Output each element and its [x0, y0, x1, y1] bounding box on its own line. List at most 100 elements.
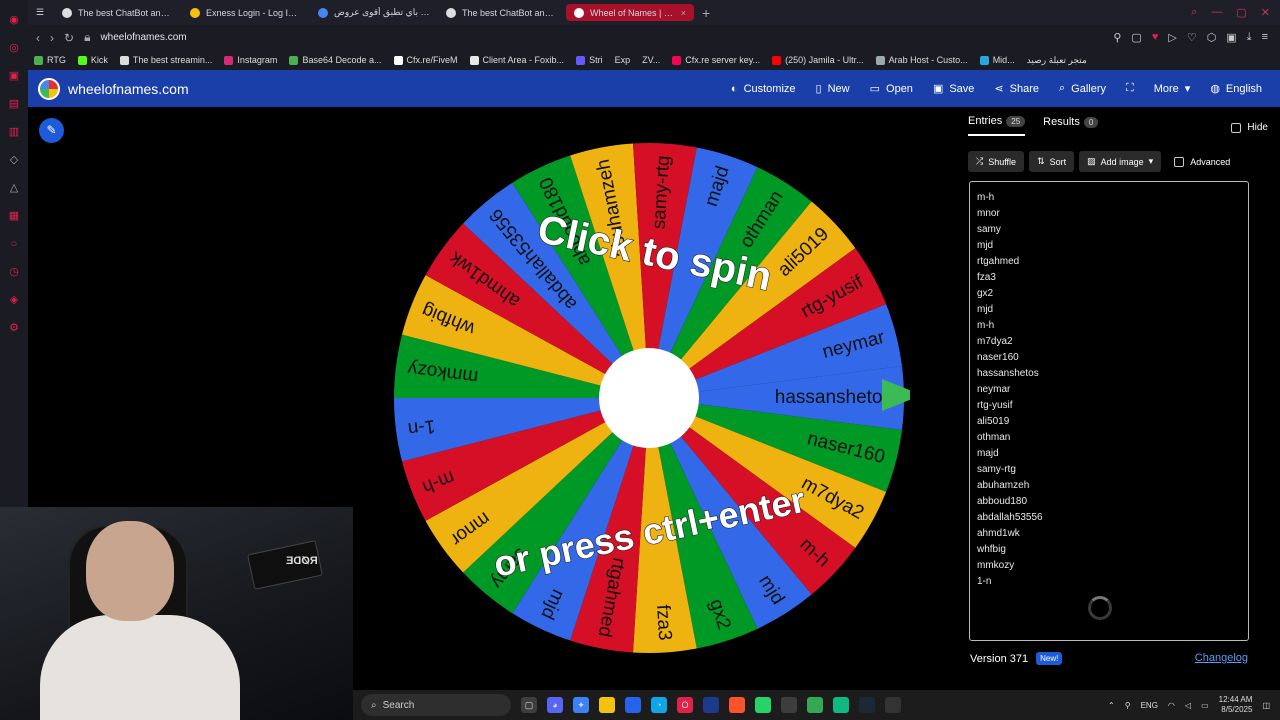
steam-icon[interactable]: [859, 697, 875, 713]
search-tabs-icon[interactable]: ⌕: [1191, 6, 1197, 19]
bookmark-item[interactable]: Client Area - Foxib...: [469, 55, 564, 65]
entry-line[interactable]: samy-rtg: [977, 462, 1241, 478]
extensions-icon[interactable]: ⬡: [1207, 31, 1217, 44]
network-icon[interactable]: ◠: [1168, 701, 1175, 710]
entries-textarea[interactable]: m-h mnor samy mjd rtgahmed fza3 gx2 mjd m-h m7dya…: [969, 181, 1249, 641]
entry-line[interactable]: m-h: [977, 318, 1241, 334]
gallery-button[interactable]: ⌕ Gallery: [1049, 70, 1116, 107]
open-button[interactable]: ▭ Open: [860, 70, 923, 107]
site-logo[interactable]: wheelofnames.com: [28, 77, 189, 100]
calculator-icon[interactable]: [625, 697, 641, 713]
taskbar-search[interactable]: ⌕ Search: [361, 694, 511, 716]
opera-logo-icon[interactable]: ◉: [7, 13, 21, 27]
advanced-checkbox[interactable]: [1174, 156, 1185, 167]
entry-line[interactable]: rtgahmed: [977, 254, 1241, 270]
snapshot-icon[interactable]: ▢: [1131, 31, 1141, 44]
url-field[interactable]: wheelofnames.com: [100, 32, 186, 43]
bookmark-item[interactable]: متجر تعبلة رصيد: [1027, 55, 1087, 66]
add-image-button[interactable]: ▨ Add image ▾: [1079, 151, 1162, 172]
tab-workspaces[interactable]: ☰: [28, 0, 54, 25]
browser-tab[interactable]: The best ChatBot and Wi: [54, 0, 182, 25]
wheel[interactable]: hassanshetos naser160 m7dya2 m-h mjd gx2 fza3 r…: [390, 139, 910, 659]
tab-results[interactable]: Results 0: [1043, 115, 1099, 136]
close-tab-icon[interactable]: ×: [681, 8, 686, 18]
volume-icon[interactable]: ◁: [1185, 701, 1191, 710]
entry-line[interactable]: fza3: [977, 270, 1241, 286]
menu-icon[interactable]: ≡: [1262, 31, 1268, 44]
forward-icon[interactable]: ›: [50, 31, 54, 45]
sidebar-app-icon[interactable]: ▤: [7, 97, 21, 111]
entry-line[interactable]: rtg-yusif: [977, 398, 1241, 414]
entry-line[interactable]: mmkozy: [977, 558, 1241, 574]
hide-checkbox[interactable]: [1231, 122, 1242, 133]
bookmark-item[interactable]: RTG: [34, 55, 66, 65]
sidebar-app-icon[interactable]: △: [7, 181, 21, 195]
save-button[interactable]: ▣ Save: [923, 70, 984, 107]
download-icon[interactable]: ⤓: [1247, 31, 1252, 44]
fullscreen-button[interactable]: ⛶: [1116, 70, 1144, 107]
entry-line[interactable]: othman: [977, 430, 1241, 446]
heart-outline-icon[interactable]: ♡: [1187, 31, 1197, 44]
battery-icon[interactable]: ▭: [1201, 701, 1209, 710]
mic-icon[interactable]: ⚲: [1125, 701, 1131, 710]
sidebar-app-icon[interactable]: ▣: [7, 69, 21, 83]
entry-line[interactable]: samy: [977, 222, 1241, 238]
bookmark-item[interactable]: Instagram: [224, 55, 277, 65]
share-button[interactable]: ⋖ Share: [984, 70, 1049, 107]
entry-line[interactable]: mjd: [977, 302, 1241, 318]
file-explorer-icon[interactable]: [599, 697, 615, 713]
play-icon[interactable]: ▷: [1168, 31, 1176, 44]
bookmark-item[interactable]: Cfx.re server key...: [672, 55, 760, 65]
edge-icon[interactable]: ◔: [651, 697, 667, 713]
entry-line[interactable]: abboud180: [977, 494, 1241, 510]
more-button[interactable]: More ▾: [1144, 70, 1201, 107]
bookmark-item[interactable]: Kick: [77, 55, 108, 65]
entry-line[interactable]: ahmd1wk: [977, 526, 1241, 542]
whatsapp-icon[interactable]: [755, 697, 771, 713]
sidebar-app-icon[interactable]: ◈: [7, 293, 21, 307]
tab-entries[interactable]: Entries 25: [968, 115, 1026, 136]
bookmark-item[interactable]: Stri: [576, 55, 603, 65]
bookmark-item[interactable]: Mid...: [979, 55, 1015, 65]
advanced-toggle[interactable]: Advanced: [1166, 151, 1230, 172]
entry-line[interactable]: m7dya2: [977, 334, 1241, 350]
language-indicator[interactable]: ENG: [1141, 701, 1158, 710]
reload-icon[interactable]: ↻: [64, 31, 74, 45]
entry-line[interactable]: hassanshetos: [977, 366, 1241, 382]
chrome-icon[interactable]: [807, 697, 823, 713]
entry-line[interactable]: naser160: [977, 350, 1241, 366]
app-icon[interactable]: [703, 697, 719, 713]
minimize-icon[interactable]: —: [1211, 6, 1222, 19]
entry-line[interactable]: abdallah53556: [977, 510, 1241, 526]
entry-line[interactable]: mjd: [977, 238, 1241, 254]
notifications-icon[interactable]: ◫: [1262, 701, 1270, 710]
game-icon[interactable]: [781, 697, 797, 713]
task-view-icon[interactable]: ▢: [521, 697, 537, 713]
entry-line[interactable]: neymar: [977, 382, 1241, 398]
copilot-icon[interactable]: ✦: [573, 697, 589, 713]
language-button[interactable]: ◍ English: [1200, 70, 1272, 107]
sort-button[interactable]: ⇅ Sort: [1029, 151, 1075, 172]
changelog-link[interactable]: Changelog: [1195, 652, 1248, 664]
sidebar-app-icon[interactable]: ◎: [7, 41, 21, 55]
sidebar-app-icon[interactable]: ○: [7, 237, 21, 251]
wheel-center[interactable]: [599, 348, 699, 448]
bookmark-item[interactable]: Exp: [615, 55, 631, 65]
brave-icon[interactable]: [729, 697, 745, 713]
entry-line[interactable]: ali5019: [977, 414, 1241, 430]
heart-icon[interactable]: ♥: [1152, 31, 1159, 44]
chevron-up-icon[interactable]: ⌃: [1108, 701, 1115, 710]
new-button[interactable]: ▯ New: [806, 70, 860, 107]
bookmark-item[interactable]: Base64 Decode a...: [289, 55, 382, 65]
pin-icon[interactable]: ⚲: [1113, 31, 1121, 44]
back-icon[interactable]: ‹: [36, 31, 40, 45]
close-window-icon[interactable]: ✕: [1261, 6, 1270, 19]
new-tab-button[interactable]: +: [694, 5, 718, 21]
edit-button[interactable]: ✎: [39, 118, 64, 143]
obs-icon[interactable]: [885, 697, 901, 713]
sidebar-app-icon[interactable]: ◇: [7, 153, 21, 167]
twitch-icon[interactable]: ▦: [7, 209, 21, 223]
entry-line[interactable]: whfbig: [977, 542, 1241, 558]
wallet-icon[interactable]: ▣: [1226, 31, 1236, 44]
entry-line[interactable]: abuhamzeh: [977, 478, 1241, 494]
